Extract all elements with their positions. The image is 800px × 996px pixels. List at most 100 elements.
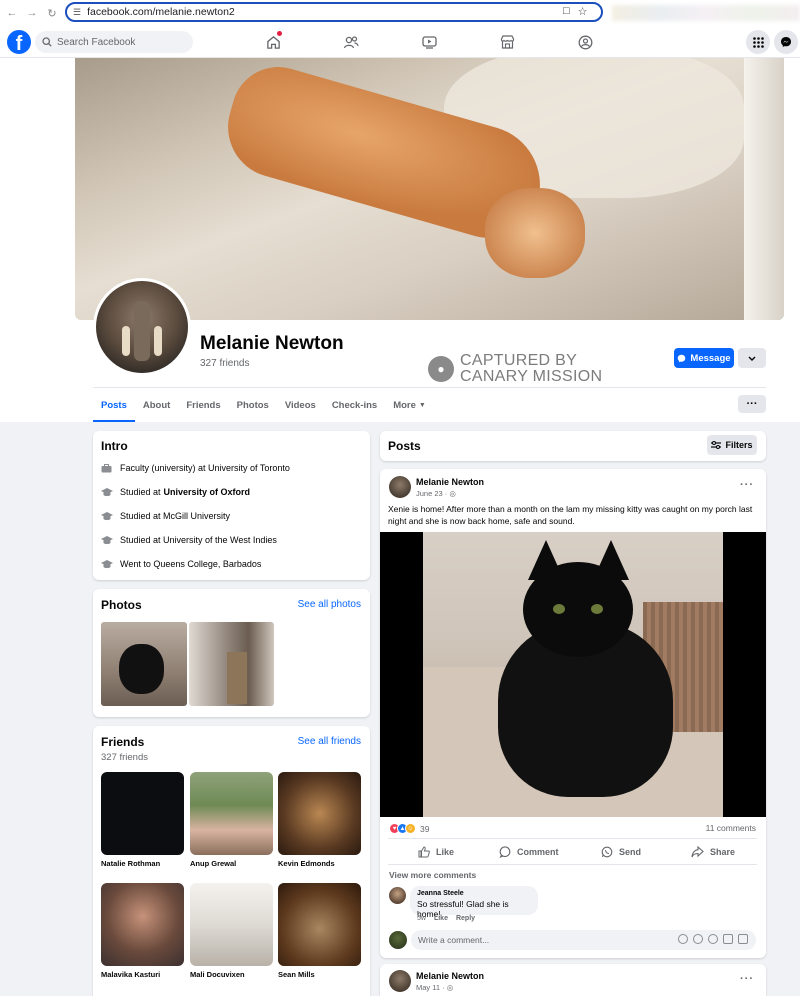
cast-icon[interactable]: □ xyxy=(563,5,570,18)
post-photo-cat-head xyxy=(523,540,633,657)
comment-meta: 5w Like Reply xyxy=(417,915,475,922)
profile-avatar[interactable] xyxy=(93,278,191,376)
briefcase-icon xyxy=(101,463,113,473)
watch-icon[interactable] xyxy=(420,33,438,51)
avatar-elephant-trunk xyxy=(134,301,150,361)
post-author-name[interactable]: Melanie Newton xyxy=(416,477,484,487)
cover-photo[interactable] xyxy=(75,58,784,320)
marketplace-icon[interactable] xyxy=(498,33,516,51)
post-photo-cat-eye xyxy=(591,604,603,614)
profile-friends-count[interactable]: 327 friends xyxy=(200,358,249,369)
friends-icon[interactable] xyxy=(342,33,360,51)
friend-photo xyxy=(190,772,273,855)
tab-posts[interactable]: Posts xyxy=(93,388,135,422)
post-author-avatar[interactable] xyxy=(389,476,411,498)
whatsapp-send-icon xyxy=(601,846,613,858)
action-divider-bottom xyxy=(388,864,757,865)
gif-icon[interactable] xyxy=(723,934,733,944)
filters-button[interactable]: Filters xyxy=(707,435,757,455)
tab-friends[interactable]: Friends xyxy=(178,388,228,422)
watermark-line1: CAPTURED BY xyxy=(460,352,578,369)
intro-item-text: Studied at University of the West Indies xyxy=(120,535,277,545)
comment-author[interactable]: Jeanna Steele xyxy=(417,890,531,897)
friend-tile[interactable]: Mali Docuvixen xyxy=(190,883,273,979)
friend-tile[interactable]: Anup Grewal xyxy=(190,772,273,868)
back-icon[interactable]: ← xyxy=(2,3,22,23)
care-reaction-icon: ☺ xyxy=(405,823,416,834)
forward-icon[interactable]: → xyxy=(22,3,42,23)
bookmark-star-icon[interactable]: ☆ xyxy=(578,5,588,18)
tabs-options-button[interactable]: ··· xyxy=(738,395,766,413)
sticker-icon[interactable] xyxy=(738,934,748,944)
messenger-icon[interactable] xyxy=(774,30,798,54)
view-more-comments-link[interactable]: View more comments xyxy=(389,870,476,880)
post-photo[interactable] xyxy=(380,532,766,817)
comment-reply-link[interactable]: Reply xyxy=(456,915,475,922)
send-button[interactable]: Send xyxy=(601,843,641,861)
photos-card: Photos See all photos xyxy=(93,589,370,717)
photo-thumb-cat-tree[interactable] xyxy=(189,622,274,706)
post-options-icon[interactable]: ··· xyxy=(740,479,754,491)
photo-thumb-black-cat[interactable] xyxy=(101,622,187,706)
tab-more[interactable]: More ▼ xyxy=(385,388,434,422)
graduation-cap-icon xyxy=(101,535,113,545)
avatar-sticker-icon[interactable] xyxy=(678,934,688,944)
cover-cat-head xyxy=(485,188,585,278)
message-button[interactable]: Message xyxy=(674,348,734,368)
globe-icon: ◎ xyxy=(449,489,456,498)
watermark: ● CAPTURED BY CANARY MISSION xyxy=(428,353,602,385)
graduation-cap-icon xyxy=(101,559,113,569)
see-all-friends-link[interactable]: See all friends xyxy=(298,736,361,747)
tab-check-ins[interactable]: Check-ins xyxy=(324,388,385,422)
write-comment-input[interactable]: Write a comment... xyxy=(411,930,756,950)
caret-down-icon: ▼ xyxy=(418,401,426,409)
site-info-icon[interactable]: ☰ xyxy=(73,7,81,18)
tab-photos[interactable]: Photos xyxy=(229,388,277,422)
see-all-photos-link[interactable]: See all photos xyxy=(298,599,361,610)
menu-grid-icon[interactable] xyxy=(746,30,770,54)
friend-tile[interactable]: Sean Mills xyxy=(278,883,361,979)
address-bar[interactable]: ☰ facebook.com/melanie.newton2 xyxy=(65,2,603,22)
search-input[interactable]: Search Facebook xyxy=(35,31,193,53)
profile-options-button[interactable] xyxy=(738,348,766,368)
friend-photo xyxy=(278,772,361,855)
facebook-header: f Search Facebook xyxy=(0,26,800,58)
facebook-logo[interactable]: f xyxy=(7,30,31,54)
share-button[interactable]: Share xyxy=(691,843,735,861)
post-author-name[interactable]: Melanie Newton xyxy=(416,971,484,981)
camera-icon[interactable] xyxy=(708,934,718,944)
comment-bubble: Jeanna Steele So stressful! Glad she is … xyxy=(410,886,538,919)
reactions-summary[interactable]: ♥ ▲ ☺ 39 xyxy=(389,823,429,834)
profile-name: Melanie Newton xyxy=(200,333,344,354)
comment-time[interactable]: 5w xyxy=(417,915,426,922)
like-button[interactable]: Like xyxy=(418,843,454,861)
intro-item-education: Studied at University of Oxford xyxy=(101,487,250,497)
friends-title: Friends xyxy=(101,735,145,749)
post-options-icon[interactable]: ··· xyxy=(740,973,754,985)
intro-item-school-link[interactable]: University of Oxford xyxy=(164,487,251,497)
friend-tile[interactable]: Kevin Edmonds xyxy=(278,772,361,868)
graduation-cap-icon xyxy=(101,511,113,521)
friend-tile[interactable]: Natalie Rothman xyxy=(101,772,184,868)
emoji-icon[interactable] xyxy=(693,934,703,944)
post-author-avatar[interactable] xyxy=(389,970,411,992)
groups-icon[interactable] xyxy=(576,33,594,51)
commenter-avatar[interactable] xyxy=(389,887,406,904)
intro-item-work: Faculty (university) at University of To… xyxy=(101,463,290,473)
current-user-avatar[interactable] xyxy=(389,931,407,949)
friend-name: Natalie Rothman xyxy=(101,859,161,868)
friend-tile[interactable]: Malavika Kasturi xyxy=(101,883,184,979)
comment-button[interactable]: Comment xyxy=(499,843,559,861)
thumbs-up-icon xyxy=(418,846,430,858)
browser-toolbar: ← → ↻ ☰ facebook.com/melanie.newton2 □ ☆ xyxy=(0,0,800,26)
reload-icon[interactable]: ↻ xyxy=(42,3,62,23)
tab-about[interactable]: About xyxy=(135,388,178,422)
comment-like-link[interactable]: Like xyxy=(434,915,448,922)
post-date[interactable]: May 11 · ◎ xyxy=(416,983,453,992)
post-date[interactable]: June 23 · ◎ xyxy=(416,489,456,498)
cover-bed-rail xyxy=(744,58,784,320)
intro-item-education: Studied at University of the West Indies xyxy=(101,535,277,545)
home-icon[interactable] xyxy=(264,31,282,51)
tab-videos[interactable]: Videos xyxy=(277,388,324,422)
comments-count[interactable]: 11 comments xyxy=(706,823,756,833)
